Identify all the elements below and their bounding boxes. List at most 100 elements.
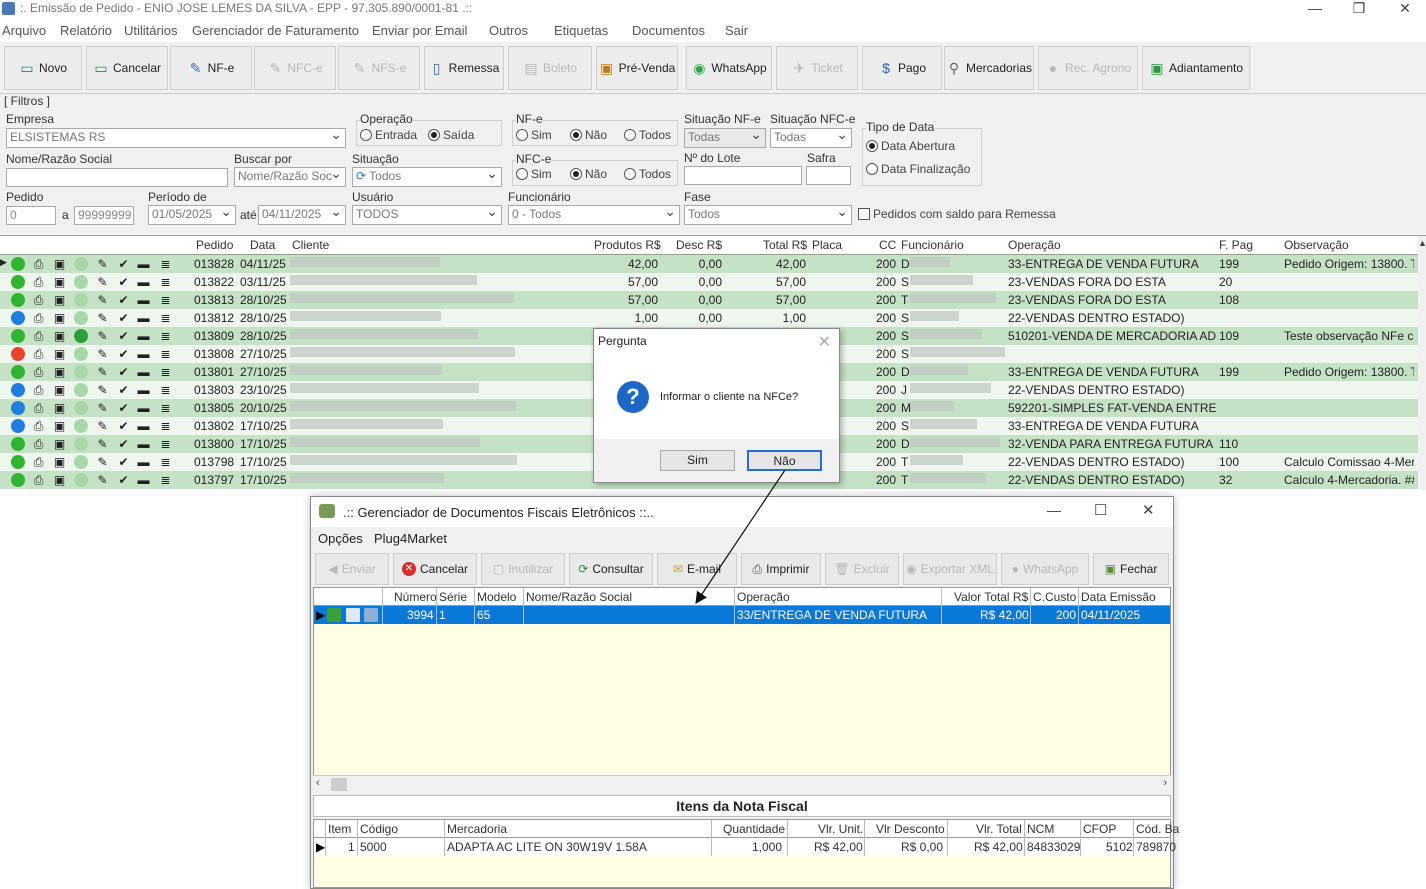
truck-icon[interactable]: ▬ bbox=[136, 401, 151, 415]
document-icon[interactable]: ▣ bbox=[52, 455, 67, 469]
truck-icon[interactable]: ▬ bbox=[136, 383, 151, 397]
grid-scrollbar[interactable]: ▲ bbox=[1418, 236, 1426, 490]
edit-icon[interactable]: ✎ bbox=[95, 347, 110, 361]
nfe-menu-opcoes[interactable]: Opções bbox=[318, 531, 363, 546]
menu-relatorio[interactable]: Relatório bbox=[60, 23, 112, 38]
printer-icon[interactable]: ⎙ bbox=[31, 401, 46, 415]
check-icon[interactable]: ✔ bbox=[116, 293, 131, 307]
check-icon[interactable]: ✔ bbox=[116, 275, 131, 289]
boleto-button[interactable]: ▤ Boleto bbox=[508, 46, 592, 90]
itens-col-unit[interactable]: Vlr. Unit. bbox=[818, 822, 863, 836]
nfe-excluir-button[interactable]: 🗑 Excluir bbox=[825, 553, 899, 585]
table-row[interactable]: ▶ ⎙ ▣ ✎ ✔ ▬ ≣ 013828 04/11/25 42,00 0,00 42,00 200 D 3… bbox=[0, 255, 1418, 273]
document-icon[interactable]: ▣ bbox=[52, 329, 67, 343]
check-icon[interactable]: ✔ bbox=[116, 437, 131, 451]
scroll-thumb[interactable] bbox=[331, 778, 347, 791]
menu-utilitarios[interactable]: Utilitários bbox=[124, 23, 177, 38]
nfe-button[interactable]: ✎ NF-e bbox=[170, 46, 252, 90]
col-fpag[interactable]: F. Pag bbox=[1219, 238, 1253, 252]
nfse-button[interactable]: ✎ NFS-e bbox=[338, 46, 420, 90]
check-icon[interactable]: ✔ bbox=[116, 419, 131, 433]
stack-icon[interactable]: ≣ bbox=[158, 293, 173, 307]
stack-icon[interactable]: ≣ bbox=[158, 257, 173, 271]
col-observacao[interactable]: Observação bbox=[1284, 238, 1349, 252]
nfe-imprimir-button[interactable]: ⎙ Imprimir bbox=[741, 553, 821, 585]
col-cc[interactable]: CC bbox=[879, 238, 896, 252]
nome-input[interactable] bbox=[6, 168, 228, 187]
document-icon[interactable]: ▣ bbox=[52, 473, 67, 487]
ticket-button[interactable]: ✈ Ticket bbox=[776, 46, 858, 90]
situacao-nfe-select[interactable]: Todas bbox=[684, 128, 766, 148]
itens-col-desconto[interactable]: Vlr Desconto bbox=[876, 822, 945, 836]
stack-icon[interactable]: ≣ bbox=[158, 329, 173, 343]
printer-icon[interactable]: ⎙ bbox=[31, 455, 46, 469]
periodo-from-input[interactable]: 01/05/2025 bbox=[148, 205, 236, 225]
nfe-col-modelo[interactable]: Modelo bbox=[477, 590, 516, 604]
truck-icon[interactable]: ▬ bbox=[136, 419, 151, 433]
truck-icon[interactable]: ▬ bbox=[136, 275, 151, 289]
edit-icon[interactable]: ✎ bbox=[95, 365, 110, 379]
itens-col-ncm[interactable]: NCM bbox=[1027, 822, 1054, 836]
remessa-button[interactable]: ▯ Remessa bbox=[424, 46, 504, 90]
truck-icon[interactable]: ▬ bbox=[136, 257, 151, 271]
col-produtos[interactable]: Produtos R$ bbox=[594, 238, 661, 252]
saldo-remessa-checkbox[interactable]: Pedidos com saldo para Remessa bbox=[858, 207, 1056, 221]
menu-documentos[interactable]: Documentos bbox=[632, 23, 705, 38]
stack-icon[interactable]: ≣ bbox=[158, 401, 173, 415]
operacao-entrada-radio[interactable]: Entrada bbox=[360, 128, 417, 142]
printer-icon[interactable]: ⎙ bbox=[31, 473, 46, 487]
truck-icon[interactable]: ▬ bbox=[136, 455, 151, 469]
nfe-cancelar-button[interactable]: ✕ Cancelar bbox=[393, 553, 477, 585]
edit-icon[interactable]: ✎ bbox=[95, 257, 110, 271]
table-row[interactable]: ⎙ ▣ ✎ ✔ ▬ ≣ 013813 28/10/25 57,00 0,00 57,00 200 T 23… bbox=[0, 291, 1418, 309]
document-icon[interactable]: ▣ bbox=[52, 311, 67, 325]
nfe-col-ccusto[interactable]: C.Custo bbox=[1033, 590, 1076, 604]
stack-icon[interactable]: ≣ bbox=[158, 383, 173, 397]
menu-sair[interactable]: Sair bbox=[725, 23, 748, 38]
truck-icon[interactable]: ▬ bbox=[136, 365, 151, 379]
printer-icon[interactable]: ⎙ bbox=[31, 275, 46, 289]
nfe-inutilizar-button[interactable]: ▢ Inutilizar bbox=[481, 553, 565, 585]
printer-icon[interactable]: ⎙ bbox=[31, 347, 46, 361]
stack-icon[interactable]: ≣ bbox=[158, 347, 173, 361]
nfce-todos-radio[interactable]: Todos bbox=[624, 167, 671, 181]
lote-input[interactable] bbox=[684, 166, 802, 185]
funcionario-select[interactable]: 0 - Todos bbox=[508, 205, 680, 225]
buscar-select[interactable]: Nome/Razão Soc bbox=[234, 167, 346, 187]
data-abertura-radio[interactable]: Data Abertura bbox=[866, 139, 955, 153]
nfe-maximize-icon[interactable]: ☐ bbox=[1094, 501, 1107, 519]
situacao-nfce-select[interactable]: Todas bbox=[770, 128, 852, 148]
edit-icon[interactable]: ✎ bbox=[95, 401, 110, 415]
check-icon[interactable]: ✔ bbox=[116, 455, 131, 469]
printer-icon[interactable]: ⎙ bbox=[31, 293, 46, 307]
close-icon[interactable]: ✕ bbox=[1382, 0, 1426, 18]
col-placa[interactable]: Placa bbox=[812, 238, 842, 252]
check-icon[interactable]: ✔ bbox=[116, 329, 131, 343]
col-pedido[interactable]: Pedido bbox=[196, 238, 233, 252]
nfce-nao-radio[interactable]: Não bbox=[570, 167, 607, 181]
edit-icon[interactable]: ✎ bbox=[95, 455, 110, 469]
document-icon[interactable]: ▣ bbox=[52, 257, 67, 271]
nfe-menu-plug4market[interactable]: Plug4Market bbox=[374, 531, 447, 546]
printer-icon[interactable]: ⎙ bbox=[31, 329, 46, 343]
nfe-close-icon[interactable]: ✕ bbox=[1142, 501, 1155, 519]
operacao-saida-radio[interactable]: Saída bbox=[428, 128, 474, 142]
menu-enviar-email[interactable]: Enviar por Email bbox=[372, 23, 467, 38]
itens-col-codba[interactable]: Cód. Ba bbox=[1136, 822, 1179, 836]
truck-icon[interactable]: ▬ bbox=[136, 311, 151, 325]
adiantamento-button[interactable]: ▣ Adiantamento bbox=[1142, 46, 1250, 90]
document-icon[interactable]: ▣ bbox=[52, 275, 67, 289]
table-row[interactable]: ⎙ ▣ ✎ ✔ ▬ ≣ 013822 03/11/25 57,00 0,00 57,00 200 S 23… bbox=[0, 273, 1418, 291]
truck-icon[interactable]: ▬ bbox=[136, 293, 151, 307]
nfe-exportar-xml-button[interactable]: ◉ Exportar XML bbox=[903, 553, 997, 585]
edit-icon[interactable]: ✎ bbox=[95, 329, 110, 343]
dialog-close-icon[interactable]: ✕ bbox=[818, 332, 831, 352]
document-icon[interactable]: ▣ bbox=[52, 383, 67, 397]
edit-icon[interactable]: ✎ bbox=[95, 437, 110, 451]
check-icon[interactable]: ✔ bbox=[116, 383, 131, 397]
itens-col-total[interactable]: Vlr. Total bbox=[976, 822, 1022, 836]
stack-icon[interactable]: ≣ bbox=[158, 275, 173, 289]
check-icon[interactable]: ✔ bbox=[116, 257, 131, 271]
document-icon[interactable]: ▣ bbox=[52, 347, 67, 361]
truck-icon[interactable]: ▬ bbox=[136, 473, 151, 487]
